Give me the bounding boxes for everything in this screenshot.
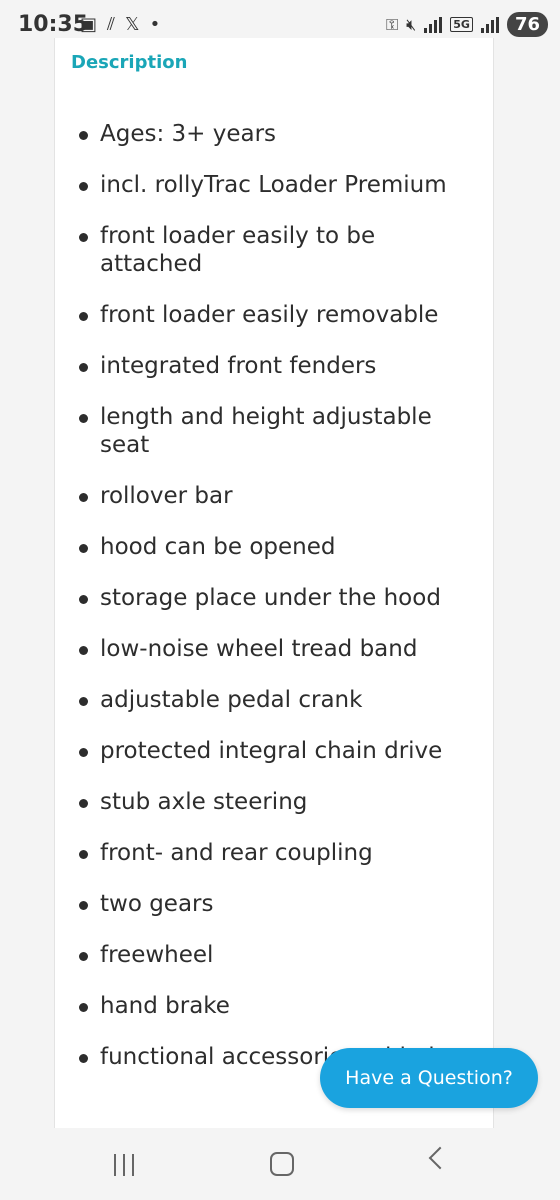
list-item: rollover bar: [55, 482, 493, 510]
description-card: Description Ages: 3+ years incl. rollyTr…: [54, 38, 494, 1128]
section-heading[interactable]: Description: [71, 52, 187, 73]
signal-icon: [424, 16, 443, 33]
list-item: freewheel: [55, 941, 493, 969]
signal-slash-icon: ⫽: [107, 14, 116, 35]
battery-indicator: 76: [506, 12, 548, 37]
navigation-bar: [0, 1130, 560, 1200]
list-item: length and height adjustable seat: [55, 403, 493, 459]
vpn-key-icon: ⚿: [385, 14, 399, 34]
status-time: 10:35: [18, 12, 89, 37]
notification-icons: ▣ ⫽ 𝕏 •: [80, 14, 160, 35]
list-item: incl. rollyTrac Loader Premium: [55, 171, 493, 199]
list-item: hood can be opened: [55, 533, 493, 561]
list-item: Ages: 3+ years: [55, 120, 493, 148]
list-item: adjustable pedal crank: [55, 686, 493, 714]
signal-icon-2: [480, 16, 499, 33]
list-item: front- and rear coupling: [55, 839, 493, 867]
list-item: front loader easily removable: [55, 301, 493, 329]
list-item: stub axle steering: [55, 788, 493, 816]
screenshot-icon: ▣: [80, 14, 98, 35]
x-app-icon: 𝕏: [125, 14, 140, 35]
list-item: protected integral chain drive: [55, 737, 493, 765]
list-item: storage place under the hood: [55, 584, 493, 612]
list-item: front loader easily to be attached: [55, 222, 493, 278]
feature-list: Ages: 3+ years incl. rollyTrac Loader Pr…: [55, 120, 493, 1094]
list-item: two gears: [55, 890, 493, 918]
home-icon[interactable]: [270, 1152, 294, 1176]
list-item: integrated front fenders: [55, 352, 493, 380]
list-item: hand brake: [55, 992, 493, 1020]
recent-apps-icon[interactable]: [114, 1154, 134, 1176]
more-notifications-icon: •: [149, 14, 161, 35]
system-icons: ⚿ 🔇︎ 5G 76: [386, 12, 548, 37]
have-a-question-button[interactable]: Have a Question?: [320, 1048, 538, 1108]
list-item: low-noise wheel tread band: [55, 635, 493, 663]
mute-icon: 🔇︎: [406, 14, 417, 34]
network-type-badge: 5G: [450, 17, 473, 32]
back-icon[interactable]: [428, 1146, 452, 1170]
